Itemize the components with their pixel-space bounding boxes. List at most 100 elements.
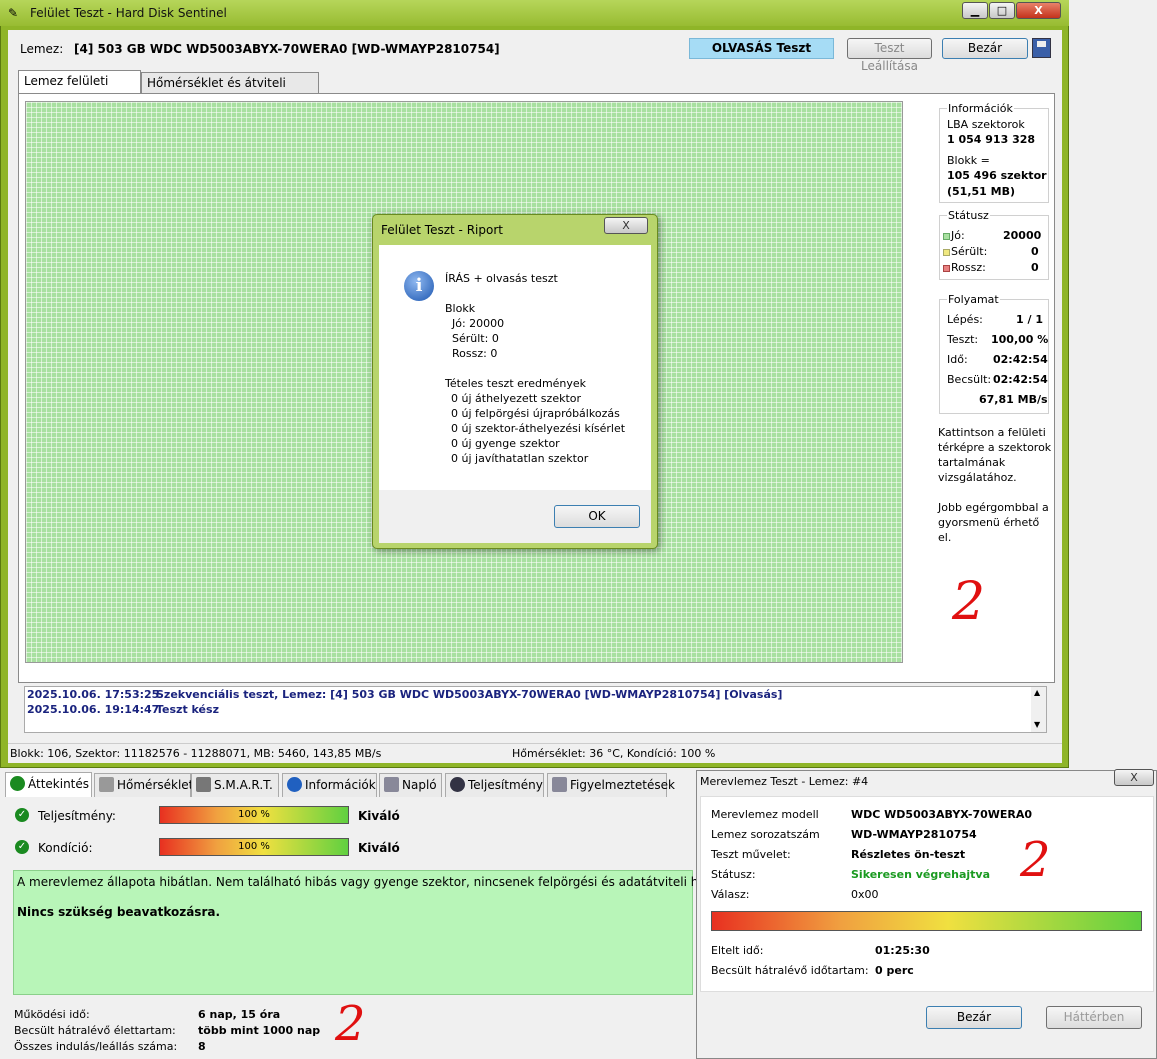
dialog-result-item: 0 új javíthatatlan szektor	[451, 452, 589, 465]
info-icon: i	[404, 271, 434, 301]
title-bar: ✎ Felület Teszt - Hard Disk Sentinel ▁ □…	[0, 0, 1069, 26]
dialog-result-item: 0 új felpörgési újrapróbálkozás	[451, 407, 620, 420]
tab-label: S.M.A.R.T.	[214, 778, 273, 792]
app-icon: ✎	[8, 6, 19, 20]
dialog-result-item: 0 új gyenge szektor	[451, 437, 560, 450]
hint-click: Kattintson a felületi térképre a szektor…	[938, 426, 1052, 484]
handwritten-annotation: 2	[335, 996, 366, 1052]
test-progress-fill	[712, 912, 1141, 930]
good-legend-icon	[943, 233, 950, 240]
block-label: Blokk =	[947, 154, 990, 167]
handwritten-annotation: 2	[1020, 832, 1051, 888]
start-stop-value: 8	[198, 1040, 206, 1053]
remaining-label: Becsült hátralévő időtartam:	[711, 964, 869, 977]
perf-pct: 100 %	[238, 809, 270, 820]
disk-value: [4] 503 GB WDC WD5003ABYX-70WERA0 [WD-WM…	[74, 42, 500, 56]
time-label: Idő:	[947, 353, 968, 366]
stop-test-button[interactable]: Teszt Leállítása	[847, 38, 932, 73]
bad-count: 0	[1031, 261, 1039, 274]
status-title: Státusz	[947, 209, 990, 222]
log-scrollbar[interactable]: ▲ ▼	[1031, 687, 1046, 732]
dialog-close-button[interactable]: X	[604, 217, 648, 234]
tab-temperature[interactable]: Hőmérséklet	[94, 773, 193, 797]
uptime-value: 6 nap, 15 óra	[198, 1008, 281, 1021]
progress-title: Folyamat	[947, 293, 1000, 306]
model-value: WDC WD5003ABYX-70WERA0	[851, 808, 1033, 821]
disk-test-close-icon[interactable]: X	[1114, 769, 1154, 786]
damaged-label: Sérült:	[951, 245, 988, 258]
disk-test-body	[700, 796, 1154, 992]
close-button[interactable]: X	[1016, 2, 1061, 19]
info-small-icon	[287, 777, 302, 792]
tab-label: Áttekintés	[28, 777, 90, 791]
dialog-heading: ÍRÁS + olvasás teszt	[445, 272, 558, 285]
log-icon	[384, 777, 399, 792]
perf-label: Teljesítmény:	[38, 809, 116, 823]
tab-label: Teljesítmény	[468, 778, 543, 792]
bad-legend-icon	[943, 265, 950, 272]
alerts-icon	[552, 777, 567, 792]
serial-label: Lemez sorozatszám	[711, 828, 820, 841]
test-status-label: Státusz:	[711, 868, 756, 881]
test-label: Teszt:	[947, 333, 979, 346]
test-mode-label: OLVASÁS Teszt	[689, 38, 834, 59]
log-text: Szekvenciális teszt, Lemez: [4] 503 GB W…	[156, 688, 783, 701]
lba-label: LBA szektorok	[947, 118, 1025, 131]
response-label: Válasz:	[711, 888, 750, 901]
log-date: 2025.10.06. 17:53:25	[27, 688, 160, 701]
disk-test-close-button[interactable]: Bezár	[926, 1006, 1022, 1029]
info-title: Információk	[947, 102, 1014, 115]
dialog-bad: Rossz: 0	[452, 347, 498, 360]
tab-alerts[interactable]: Figyelmeztetések	[547, 773, 675, 797]
cond-pct: 100 %	[238, 841, 270, 852]
scroll-up-icon[interactable]: ▲	[1034, 688, 1040, 697]
damaged-count: 0	[1031, 245, 1039, 258]
dialog-damaged: Sérült: 0	[452, 332, 499, 345]
statusbar-block-info: Blokk: 106, Szektor: 11182576 - 11288071…	[10, 747, 382, 760]
remaining-value: 0 perc	[875, 964, 914, 977]
est-label: Becsült:	[947, 373, 992, 386]
remaining-life-value: több mint 1000 nap	[198, 1024, 321, 1037]
time-value: 02:42:54	[993, 353, 1048, 366]
save-icon[interactable]	[1032, 38, 1051, 58]
est-value: 02:42:54	[993, 373, 1048, 386]
tab-overview[interactable]: Áttekintés	[5, 772, 92, 797]
health-message: A merevlemez állapota hibátlan. Nem talá…	[17, 875, 757, 889]
scroll-down-icon[interactable]: ▼	[1034, 720, 1040, 729]
tab-temperature-speed[interactable]: Hőmérséklet és átviteli sebesség	[141, 72, 319, 110]
hint-rightclick: Jobb egérgombbal a gyorsmenü érhető el.	[938, 501, 1049, 544]
tab-information[interactable]: Információk	[282, 773, 377, 797]
perf-check-icon: ✓	[15, 808, 29, 822]
test-progress-bar	[711, 911, 1142, 931]
background-button[interactable]: Háttérben	[1046, 1006, 1142, 1029]
remaining-life-label: Becsült hátralévő élettartam:	[14, 1024, 176, 1037]
tab-label: Információk	[305, 778, 376, 792]
test-status-value: Sikeresen végrehajtva	[851, 868, 990, 881]
block-mb: (51,51 MB)	[947, 185, 1016, 198]
tab-smart[interactable]: S.M.A.R.T.	[191, 773, 279, 797]
disk-label: Lemez:	[20, 42, 64, 56]
lba-value: 1 054 913 328	[947, 133, 1036, 146]
serial-value: WD-WMAYP2810754	[851, 828, 977, 841]
maximize-button[interactable]: □	[989, 2, 1015, 19]
elapsed-label: Eltelt idő:	[711, 944, 764, 957]
start-stop-label: Összes indulás/leállás száma:	[14, 1040, 178, 1053]
model-label: Merevlemez modell	[711, 808, 819, 821]
dialog-title: Felület Teszt - Riport	[381, 223, 503, 237]
dialog-block-title: Blokk	[445, 302, 476, 315]
bad-label: Rossz:	[951, 261, 986, 274]
cond-check-icon: ✓	[15, 840, 29, 854]
tab-performance[interactable]: Teljesítmény	[445, 773, 544, 797]
close-button-main[interactable]: Bezár	[942, 38, 1028, 59]
tab-surface-map[interactable]: Lemez felületi térkép	[18, 70, 141, 108]
minimize-button[interactable]: ▁	[962, 2, 988, 19]
ok-button[interactable]: OK	[554, 505, 640, 528]
step-label: Lépés:	[947, 313, 983, 326]
log-date: 2025.10.06. 19:14:47	[27, 703, 160, 716]
perf-rating: Kiváló	[358, 809, 400, 823]
check-icon	[10, 776, 25, 791]
wrench-icon	[196, 777, 211, 792]
tab-label: Napló	[402, 778, 437, 792]
response-value: 0x00	[851, 888, 879, 901]
tab-log[interactable]: Napló	[379, 773, 442, 797]
